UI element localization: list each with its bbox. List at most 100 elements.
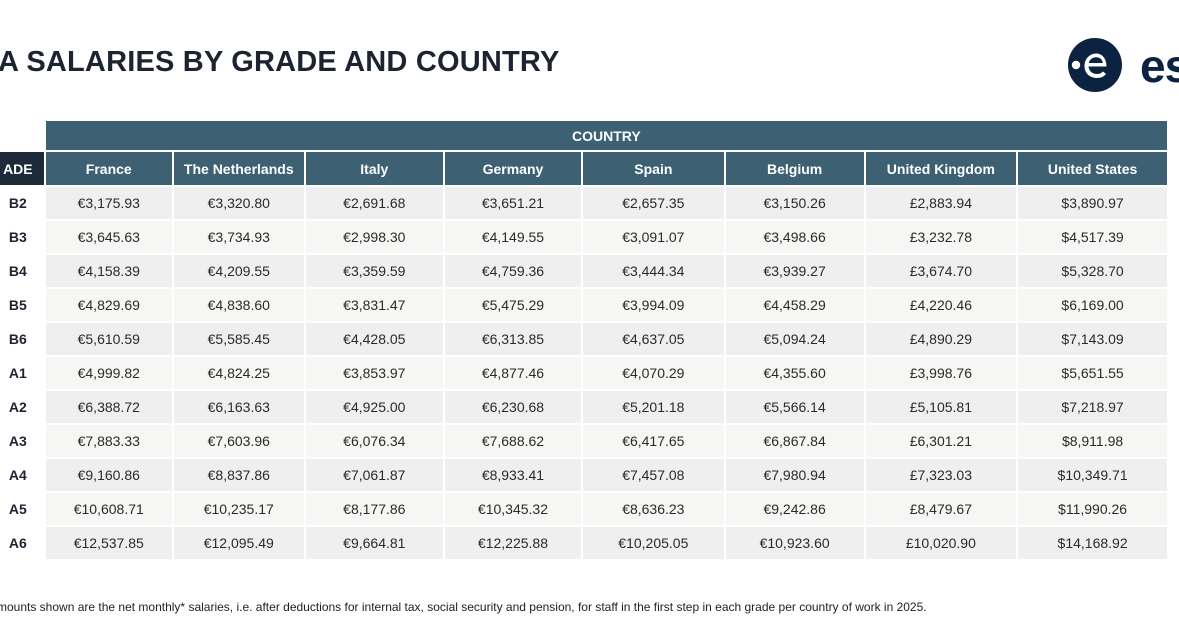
- salary-cell: €3,498.66: [723, 219, 866, 255]
- salary-cell: $6,169.00: [1016, 287, 1169, 323]
- salary-cell: €3,091.07: [581, 219, 726, 255]
- salary-cell: $4,517.39: [1016, 219, 1169, 255]
- salary-cell: €4,355.60: [723, 355, 866, 391]
- salary-cell: €9,242.86: [723, 491, 866, 527]
- salary-cell: €3,831.47: [303, 287, 445, 323]
- blank-header-cell: [0, 119, 46, 152]
- salary-cell: €3,444.34: [581, 253, 726, 289]
- salary-cell: €2,657.35: [581, 185, 726, 221]
- salary-cell: €10,923.60: [723, 525, 866, 561]
- table-row: A1 €4,999.82 €4,824.25 €3,853.97 €4,877.46 €4…: [0, 355, 1169, 391]
- salary-cell: €6,867.84: [723, 423, 866, 459]
- salary-cell: €3,359.59: [303, 253, 445, 289]
- salary-cell: €10,205.05: [581, 525, 726, 561]
- salary-cell: €4,759.36: [442, 253, 584, 289]
- salary-cell: €3,320.80: [171, 185, 306, 221]
- salary-cell: £3,674.70: [863, 253, 1019, 289]
- grade-cell: A1: [0, 355, 46, 391]
- table-row: A5 €10,608.71 €10,235.17 €8,177.86 €10,345.3…: [0, 491, 1169, 527]
- salary-cell: €6,313.85: [442, 321, 584, 357]
- salary-cell: €8,933.41: [442, 457, 584, 493]
- salary-cell: €5,585.45: [171, 321, 306, 357]
- salary-cell: €4,149.55: [442, 219, 584, 255]
- salary-cell: €4,428.05: [303, 321, 445, 357]
- salary-cell: €7,457.08: [581, 457, 726, 493]
- table-row: A6 €12,537.85 €12,095.49 €9,664.81 €12,225.8…: [0, 525, 1169, 561]
- salary-cell: £4,220.46: [863, 287, 1019, 323]
- salary-cell: £5,105.81: [863, 389, 1019, 425]
- grade-cell: A5: [0, 491, 46, 527]
- table-row: A3 €7,883.33 €7,603.96 €6,076.34 €7,688.62 €6…: [0, 423, 1169, 459]
- salary-cell: €6,076.34: [303, 423, 445, 459]
- column-header-row: ADE France The Netherlands Italy Germany…: [0, 150, 1169, 187]
- salary-cell: €5,610.59: [43, 321, 174, 357]
- salary-cell: €7,061.87: [303, 457, 445, 493]
- grade-cell: B3: [0, 219, 46, 255]
- table-row: A4 €9,160.86 €8,837.86 €7,061.87 €8,933.41 €7…: [0, 457, 1169, 493]
- grade-column-header: ADE: [0, 150, 46, 187]
- column-header-netherlands: The Netherlands: [171, 150, 306, 187]
- salary-cell: €4,824.25: [171, 355, 306, 391]
- grade-cell: A4: [0, 457, 46, 493]
- salary-cell: £8,479.67: [863, 491, 1019, 527]
- salary-cell: $14,168.92: [1016, 525, 1169, 561]
- salary-cell: €12,225.88: [442, 525, 584, 561]
- salary-cell: £3,232.78: [863, 219, 1019, 255]
- salary-table: COUNTRY ADE France The Netherlands Italy…: [0, 119, 1170, 561]
- salary-cell: €4,838.60: [171, 287, 306, 323]
- salary-cell: €4,158.39: [43, 253, 174, 289]
- salary-cell: €6,163.63: [171, 389, 306, 425]
- salary-cell: €6,417.65: [581, 423, 726, 459]
- salary-cell: €3,651.21: [442, 185, 584, 221]
- column-header-belgium: Belgium: [723, 150, 866, 187]
- salary-cell: £2,883.94: [863, 185, 1019, 221]
- salary-cell: €4,637.05: [581, 321, 726, 357]
- column-header-united-kingdom: United Kingdom: [863, 150, 1019, 187]
- grade-cell: B2: [0, 185, 46, 221]
- column-header-germany: Germany: [442, 150, 584, 187]
- salary-cell: €9,664.81: [303, 525, 445, 561]
- salary-cell: €4,458.29: [723, 287, 866, 323]
- table-row: B4 €4,158.39 €4,209.55 €3,359.59 €4,759.36 €3…: [0, 253, 1169, 289]
- salary-cell: €3,994.09: [581, 287, 726, 323]
- salary-cell: €4,877.46: [442, 355, 584, 391]
- salary-cell: €6,388.72: [43, 389, 174, 425]
- salary-cell: £6,301.21: [863, 423, 1019, 459]
- salary-cell: €5,201.18: [581, 389, 726, 425]
- salary-cell: €7,883.33: [43, 423, 174, 459]
- salary-cell: €5,475.29: [442, 287, 584, 323]
- grade-cell: A2: [0, 389, 46, 425]
- table-row: B5 €4,829.69 €4,838.60 €3,831.47 €5,475.29 €3…: [0, 287, 1169, 323]
- salary-cell: €5,094.24: [723, 321, 866, 357]
- salary-cell: €9,160.86: [43, 457, 174, 493]
- salary-cell: £3,998.76: [863, 355, 1019, 391]
- salary-cell: €8,177.86: [303, 491, 445, 527]
- logo-wordmark: es: [1140, 40, 1179, 92]
- salary-cell: €5,566.14: [723, 389, 866, 425]
- salary-cell: €12,095.49: [171, 525, 306, 561]
- salary-cell: £4,890.29: [863, 321, 1019, 357]
- salary-cell: $11,990.26: [1016, 491, 1169, 527]
- salary-cell: €10,345.32: [442, 491, 584, 527]
- country-group-header-row: COUNTRY: [0, 119, 1170, 152]
- salary-cell: £7,323.03: [863, 457, 1019, 493]
- country-group-header: COUNTRY: [43, 119, 1170, 152]
- salary-cell: €2,998.30: [303, 219, 445, 255]
- page-title: A SALARIES BY GRADE AND COUNTRY: [0, 46, 560, 78]
- salary-cell: $7,218.97: [1016, 389, 1169, 425]
- salary-cell: €8,837.86: [171, 457, 306, 493]
- salary-cell: €4,925.00: [303, 389, 445, 425]
- grade-cell: B4: [0, 253, 46, 289]
- salary-cell: €10,608.71: [43, 491, 174, 527]
- salary-cell: $10,349.71: [1016, 457, 1169, 493]
- salary-cell: €3,175.93: [43, 185, 174, 221]
- grade-cell: A6: [0, 525, 46, 561]
- salary-cell: $5,651.55: [1016, 355, 1169, 391]
- salary-cell: €3,734.93: [171, 219, 306, 255]
- salary-cell: €3,939.27: [723, 253, 866, 289]
- salary-cell: €3,853.97: [303, 355, 445, 391]
- salary-cell: €6,230.68: [442, 389, 584, 425]
- salary-cell: €12,537.85: [43, 525, 174, 561]
- grade-cell: A3: [0, 423, 46, 459]
- salary-cell: €7,980.94: [723, 457, 866, 493]
